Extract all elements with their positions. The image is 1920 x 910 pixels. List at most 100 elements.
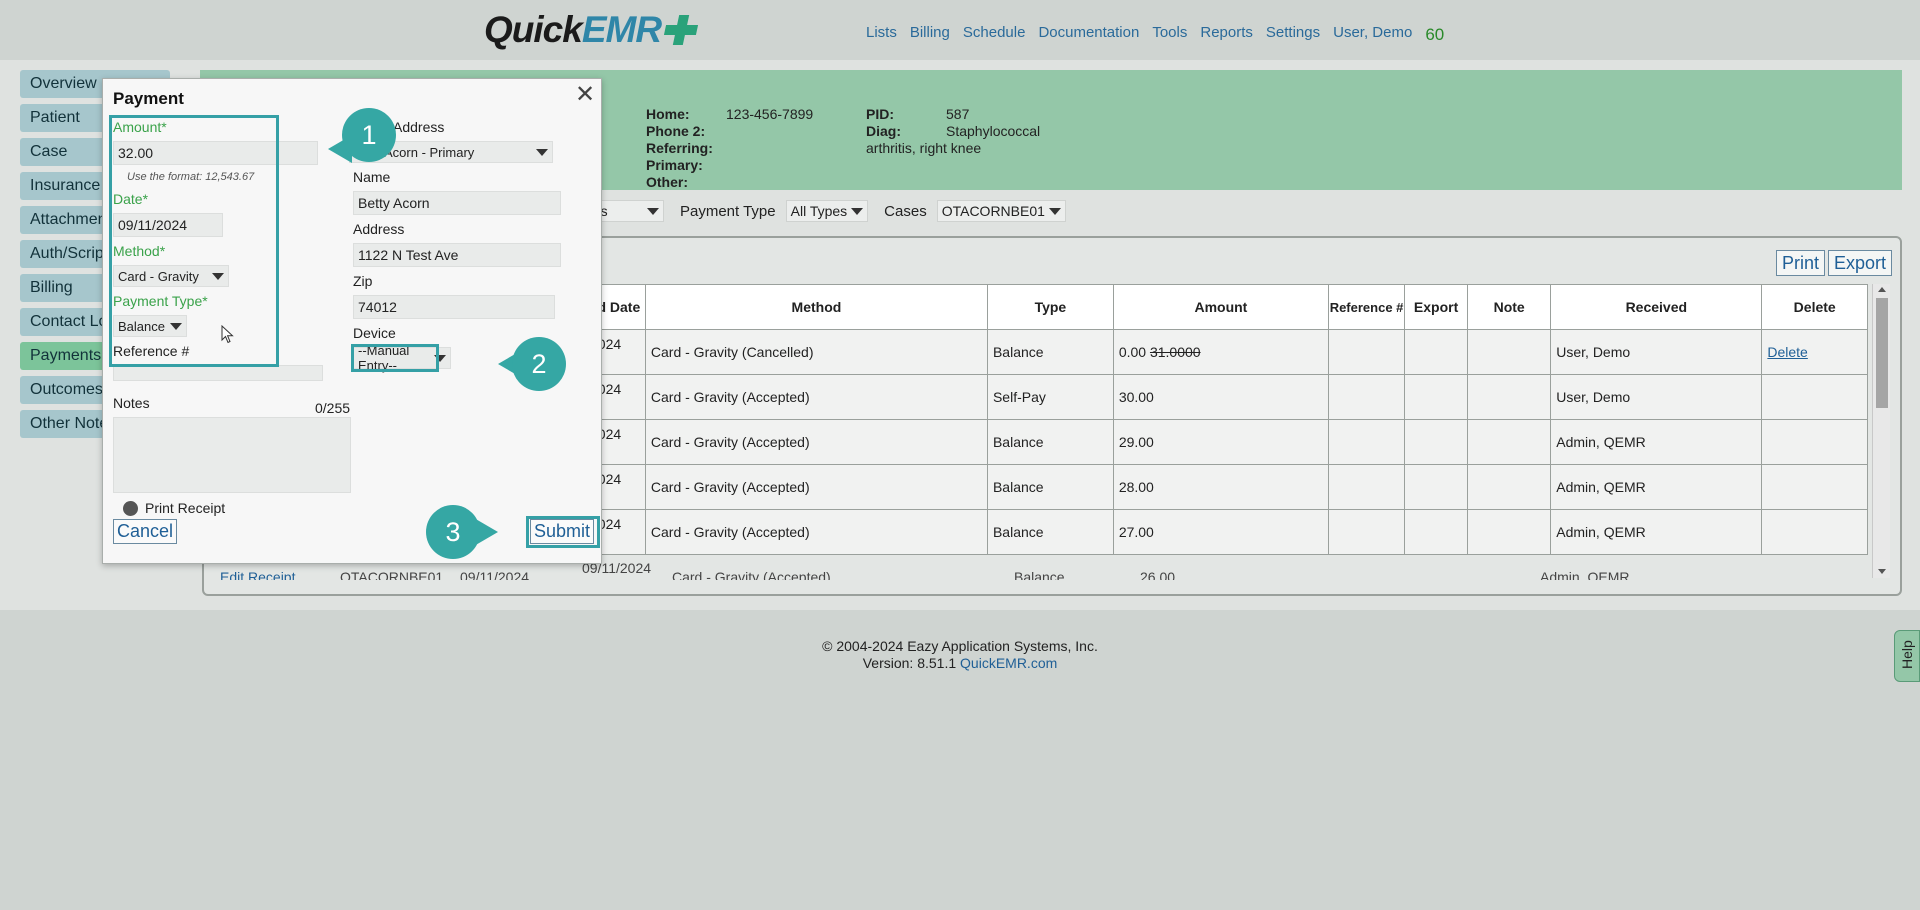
highlight-box-fields (109, 115, 279, 367)
logo-emr-text: EMR (581, 9, 662, 50)
table-header-row: ed Date Method Type Amount Reference # E… (584, 284, 1868, 330)
callout-badge-1: 1 (342, 108, 396, 162)
diag-label: Diag: (866, 123, 901, 139)
reference-input[interactable] (113, 365, 323, 381)
partial-amount: 26.00 (1140, 569, 1176, 580)
diag-value-line2: arthritis, right knee (866, 140, 982, 156)
home-phone: 123-456-7899 (726, 106, 814, 122)
table-row: 20242 Card - Gravity (Cancelled) Balance… (584, 329, 1868, 375)
payment-type-filter-label: Payment Type (680, 202, 776, 220)
street-address-label: Address (353, 221, 405, 237)
scroll-down-icon[interactable] (1878, 569, 1886, 574)
pid-value: 587 (946, 106, 970, 122)
partial-received-date: 09/11/2024 (582, 563, 652, 576)
received-cell: Admin, QEMR (1550, 419, 1763, 465)
partial-type: Balance (1014, 569, 1065, 580)
amount-cell: 29.00 (1112, 419, 1329, 465)
version-line: Version: 8.51.1 QuickEMR.com (0, 655, 1920, 672)
col-delete[interactable]: Delete (1761, 284, 1868, 330)
col-export[interactable]: Export (1404, 284, 1469, 330)
logo-quick-text: Quick (484, 9, 583, 50)
amount-cell: 28.00 (1112, 464, 1329, 510)
dialog-title: Payment (113, 89, 184, 108)
method-cell: Card - Gravity (Cancelled) (644, 329, 988, 375)
table-scrollbar[interactable] (1872, 284, 1890, 578)
edit-receipt-link[interactable]: Edit Receipt (220, 569, 295, 580)
notes-textarea[interactable] (113, 417, 351, 493)
reference-cell (1327, 329, 1406, 375)
method-cell: Card - Gravity (Accepted) (644, 374, 988, 420)
type-cell: Balance (986, 509, 1114, 555)
footer: © 2004-2024 Eazy Application Systems, In… (0, 638, 1920, 672)
payment-type-filter-value: All Types (790, 203, 848, 219)
highlight-box-submit (526, 516, 600, 548)
close-icon[interactable]: ✕ (574, 83, 596, 107)
callout-badge-2: 2 (512, 337, 566, 391)
nav-billing[interactable]: Billing (910, 24, 950, 44)
callout-badge-3: 3 (426, 505, 480, 559)
plus-logo-icon (665, 14, 697, 46)
method-cell: Card - Gravity (Accepted) (644, 464, 988, 510)
export-cell (1404, 329, 1469, 375)
session-timer: 60 (1425, 25, 1445, 44)
cases-filter-select[interactable]: OTACORNBE01 (936, 200, 1066, 222)
amount-cell: 30.00 (1112, 374, 1329, 420)
table-row: 20248 Card - Gravity (Accepted) Balance … (584, 464, 1868, 510)
nav-user[interactable]: User, Demo (1333, 24, 1412, 44)
nav-documentation[interactable]: Documentation (1038, 24, 1139, 44)
phone2-label: Phone 2: (646, 123, 706, 139)
nav-settings[interactable]: Settings (1266, 24, 1320, 44)
col-method[interactable]: Method (644, 284, 988, 330)
callout-pointer-3 (474, 518, 498, 546)
amount-cell: 0.00 31.0000 (1112, 329, 1329, 375)
delete-link[interactable]: Delete (1767, 344, 1807, 360)
help-label: Help (1899, 640, 1915, 669)
method-cell: Card - Gravity (Accepted) (644, 509, 988, 555)
note-cell (1467, 329, 1552, 375)
print-receipt-checkbox[interactable] (123, 501, 138, 516)
pid-label: PID: (866, 106, 894, 122)
nav-lists[interactable]: Lists (866, 24, 897, 44)
home-label: Home: (646, 106, 690, 122)
name-input[interactable]: Betty Acorn (353, 191, 561, 215)
quickemr-link[interactable]: QuickEMR.com (960, 655, 1057, 671)
cancel-button[interactable]: Cancel (113, 519, 178, 544)
type-cell: Balance (986, 464, 1114, 510)
print-button[interactable]: Print (1776, 250, 1826, 276)
amount-cell: 27.00 (1112, 509, 1329, 555)
cases-filter-value: OTACORNBE01 (941, 203, 1045, 219)
payment-type-filter-select[interactable]: All Types (785, 200, 869, 222)
col-note[interactable]: Note (1467, 284, 1552, 330)
received-cell: Admin, QEMR (1550, 509, 1763, 555)
primary-label: Primary: (646, 157, 703, 173)
partial-received: Admin, QEMR (1540, 569, 1630, 580)
help-tab[interactable]: Help (1894, 630, 1920, 682)
delete-cell: Delete (1761, 329, 1868, 375)
payments-table: ed Date Method Type Amount Reference # E… (584, 284, 1868, 555)
cases-filter-label: Cases (884, 202, 927, 220)
quickemr-logo[interactable]: Quick EMR (484, 6, 697, 54)
scroll-up-icon[interactable] (1878, 287, 1886, 292)
col-amount[interactable]: Amount (1112, 284, 1329, 330)
zip-input[interactable]: 74012 (353, 295, 555, 319)
col-type[interactable]: Type (986, 284, 1114, 330)
zip-label: Zip (353, 273, 373, 289)
top-nav: Lists Billing Schedule Documentation Too… (866, 24, 1444, 44)
print-receipt-label: Print Receipt (145, 500, 226, 516)
nav-reports[interactable]: Reports (1200, 24, 1253, 44)
col-reference[interactable]: Reference # (1327, 284, 1406, 330)
nav-schedule[interactable]: Schedule (963, 24, 1026, 44)
type-cell: Self-Pay (986, 374, 1114, 420)
nav-tools[interactable]: Tools (1152, 24, 1187, 44)
street-address-input[interactable]: 1122 N Test Ave (353, 243, 561, 267)
export-button[interactable]: Export (1828, 250, 1893, 276)
received-cell: User, Demo (1550, 329, 1763, 375)
scroll-thumb[interactable] (1876, 298, 1888, 408)
other-label: Other: (646, 174, 688, 190)
name-label: Name (353, 169, 391, 185)
version-text: Version: 8.51.1 (862, 655, 957, 671)
type-cell: Balance (986, 419, 1114, 465)
notes-counter: 0/255 (315, 400, 351, 416)
copyright-text: © 2004-2024 Eazy Application Systems, In… (822, 638, 1098, 654)
col-received[interactable]: Received (1550, 284, 1763, 330)
